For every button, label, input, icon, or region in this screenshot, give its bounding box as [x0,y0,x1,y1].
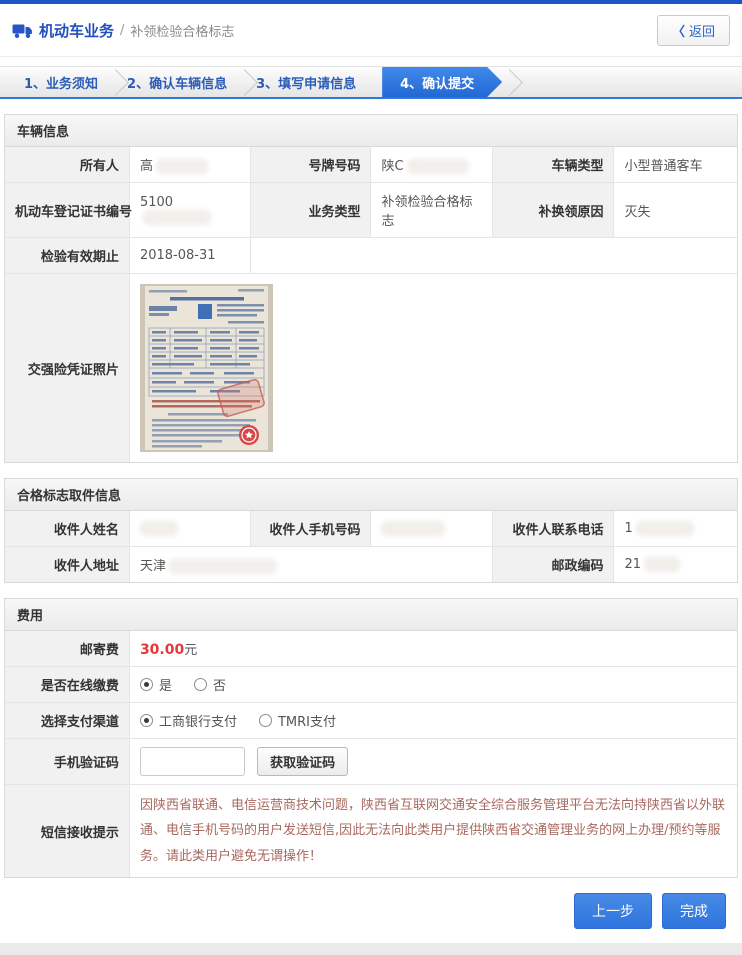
postal-code-value: 21 [614,547,737,583]
table-row: 是否在线缴费 是 否 [5,667,737,703]
breadcrumb-separator: / [120,23,124,38]
step-1-notice[interactable]: 1、业务须知 [8,67,114,97]
pickup-info-section: 合格标志取件信息 收件人姓名 收件人手机号码 收件人联系电话 1 收件人地址 天… [4,478,738,583]
redaction-blur [140,521,178,536]
pickup-info-title: 合格标志取件信息 [5,479,737,511]
step-2-confirm-vehicle[interactable]: 2、确认车辆信息 [111,67,243,97]
radio-online-pay-no[interactable] [194,678,207,691]
fees-title: 费用 [5,599,737,631]
recipient-address-label: 收件人地址 [5,547,129,583]
pay-channel-icbc-label[interactable]: 工商银行支付 [159,711,237,730]
sms-code-input[interactable] [140,747,245,776]
recipient-address-value: 天津 [129,547,492,583]
pay-channel-label: 选择支付渠道 [5,703,129,739]
radio-pay-channel-tmri[interactable] [259,714,272,727]
breadcrumb-page: 补领检验合格标志 [130,21,234,40]
registration-cert-value: 5100 [129,183,251,238]
sms-notice-label: 短信接收提示 [5,785,129,878]
business-type-value: 补领检验合格标志 [371,183,493,238]
table-row: 检验有效期止 2018-08-31 [5,238,737,274]
redaction-blur [644,557,680,572]
table-row: 机动车登记证书编号 5100 业务类型 补领检验合格标志 补换领原因 灭失 [5,183,737,238]
redaction-blur [407,159,469,174]
table-row: 收件人姓名 收件人手机号码 收件人联系电话 1 [5,511,737,547]
business-type-label: 业务类型 [251,183,371,238]
table-row: 收件人地址 天津 邮政编码 21 [5,547,737,583]
finish-button[interactable]: 完成 [662,893,726,929]
sms-notice-text: 因陕西省联通、电信运营商技术问题，陕西省互联网交通安全综合服务管理平台无法向持陕… [140,793,727,869]
postage-value: 30.00元 [129,631,737,667]
reissue-reason-value: 灭失 [614,183,737,238]
step-navigation: 1、业务须知 2、确认车辆信息 3、填写申请信息 4、确认提交 [0,66,742,99]
online-pay-label: 是否在线缴费 [5,667,129,703]
truck-icon [12,23,33,39]
recipient-name-label: 收件人姓名 [5,511,129,547]
plate-number-value: 陕C [371,147,493,183]
sms-notice-cell: 因陕西省联通、电信运营商技术问题，陕西省互联网交通安全综合服务管理平台无法向持陕… [129,785,737,878]
postal-code-label: 邮政编码 [492,547,614,583]
pay-channel-tmri-label[interactable]: TMRI支付 [278,711,336,730]
radio-pay-channel-icbc[interactable] [140,714,153,727]
get-code-button[interactable]: 获取验证码 [257,747,348,776]
vehicle-info-title: 车辆信息 [5,115,737,147]
postage-amount: 30.00 [140,642,184,658]
fees-section: 费用 邮寄费 30.00元 是否在线缴费 是 否 选择支付渠道 [4,598,738,878]
back-button-label: 返回 [689,21,715,40]
insurance-certificate-photo[interactable] [140,284,273,452]
chevron-right-icon [496,69,523,96]
redaction-blur [169,559,277,574]
pickup-info-table: 收件人姓名 收件人手机号码 收件人联系电话 1 收件人地址 天津 邮政编码 21 [5,511,737,582]
online-pay-options: 是 否 [129,667,737,703]
page-bottom-strip [0,943,742,955]
fees-table: 邮寄费 30.00元 是否在线缴费 是 否 选择支付渠道 工商银行支付 [5,631,737,877]
footer-actions: 上一步 完成 [4,880,738,943]
postage-unit: 元 [184,643,197,658]
online-pay-yes-label[interactable]: 是 [159,675,172,694]
pay-channel-options: 工商银行支付 TMRI支付 [129,703,737,739]
redaction-blur [156,159,208,174]
breadcrumb-section[interactable]: 机动车业务 [39,20,114,41]
sms-code-cell: 获取验证码 [129,739,737,785]
reissue-reason-label: 补换领原因 [492,183,614,238]
postage-label: 邮寄费 [5,631,129,667]
step-4-confirm-submit[interactable]: 4、确认提交 [382,67,502,97]
previous-step-button[interactable]: 上一步 [574,893,652,929]
owner-label: 所有人 [5,147,129,183]
sms-code-label: 手机验证码 [5,739,129,785]
redaction-blur [143,210,211,225]
back-arrow-icon: 〈 [672,21,685,40]
insurance-photo-label: 交强险凭证照片 [5,274,129,463]
recipient-mobile-label: 收件人手机号码 [251,511,371,547]
empty-cell [251,238,737,274]
recipient-name-value [129,511,251,547]
online-pay-no-label[interactable]: 否 [213,675,226,694]
vehicle-type-label: 车辆类型 [492,147,614,183]
vehicle-info-section: 车辆信息 所有人 高 号牌号码 陕C 车辆类型 小型普通客车 机动车登记证书编号… [4,114,738,463]
inspection-expiry-value: 2018-08-31 [129,238,251,274]
table-row: 选择支付渠道 工商银行支付 TMRI支付 [5,703,737,739]
redaction-blur [381,521,445,536]
registration-cert-label: 机动车登记证书编号 [5,183,129,238]
recipient-phone-label: 收件人联系电话 [492,511,614,547]
page-header: 机动车业务 / 补领检验合格标志 〈 返回 [0,4,742,57]
insurance-photo-cell [129,274,737,463]
table-row: 所有人 高 号牌号码 陕C 车辆类型 小型普通客车 [5,147,737,183]
vehicle-type-value: 小型普通客车 [614,147,737,183]
step-3-fill-application[interactable]: 3、填写申请信息 [240,67,372,97]
table-row: 短信接收提示 因陕西省联通、电信运营商技术问题，陕西省互联网交通安全综合服务管理… [5,785,737,878]
radio-online-pay-yes[interactable] [140,678,153,691]
owner-value: 高 [129,147,251,183]
table-row: 手机验证码 获取验证码 [5,739,737,785]
recipient-phone-value: 1 [614,511,737,547]
recipient-mobile-value [371,511,493,547]
table-row: 交强险凭证照片 [5,274,737,463]
table-row: 邮寄费 30.00元 [5,631,737,667]
plate-number-label: 号牌号码 [251,147,371,183]
back-button[interactable]: 〈 返回 [657,15,730,46]
redaction-blur [636,521,694,536]
vehicle-info-table: 所有人 高 号牌号码 陕C 车辆类型 小型普通客车 机动车登记证书编号 5100… [5,147,737,462]
inspection-expiry-label: 检验有效期止 [5,238,129,274]
